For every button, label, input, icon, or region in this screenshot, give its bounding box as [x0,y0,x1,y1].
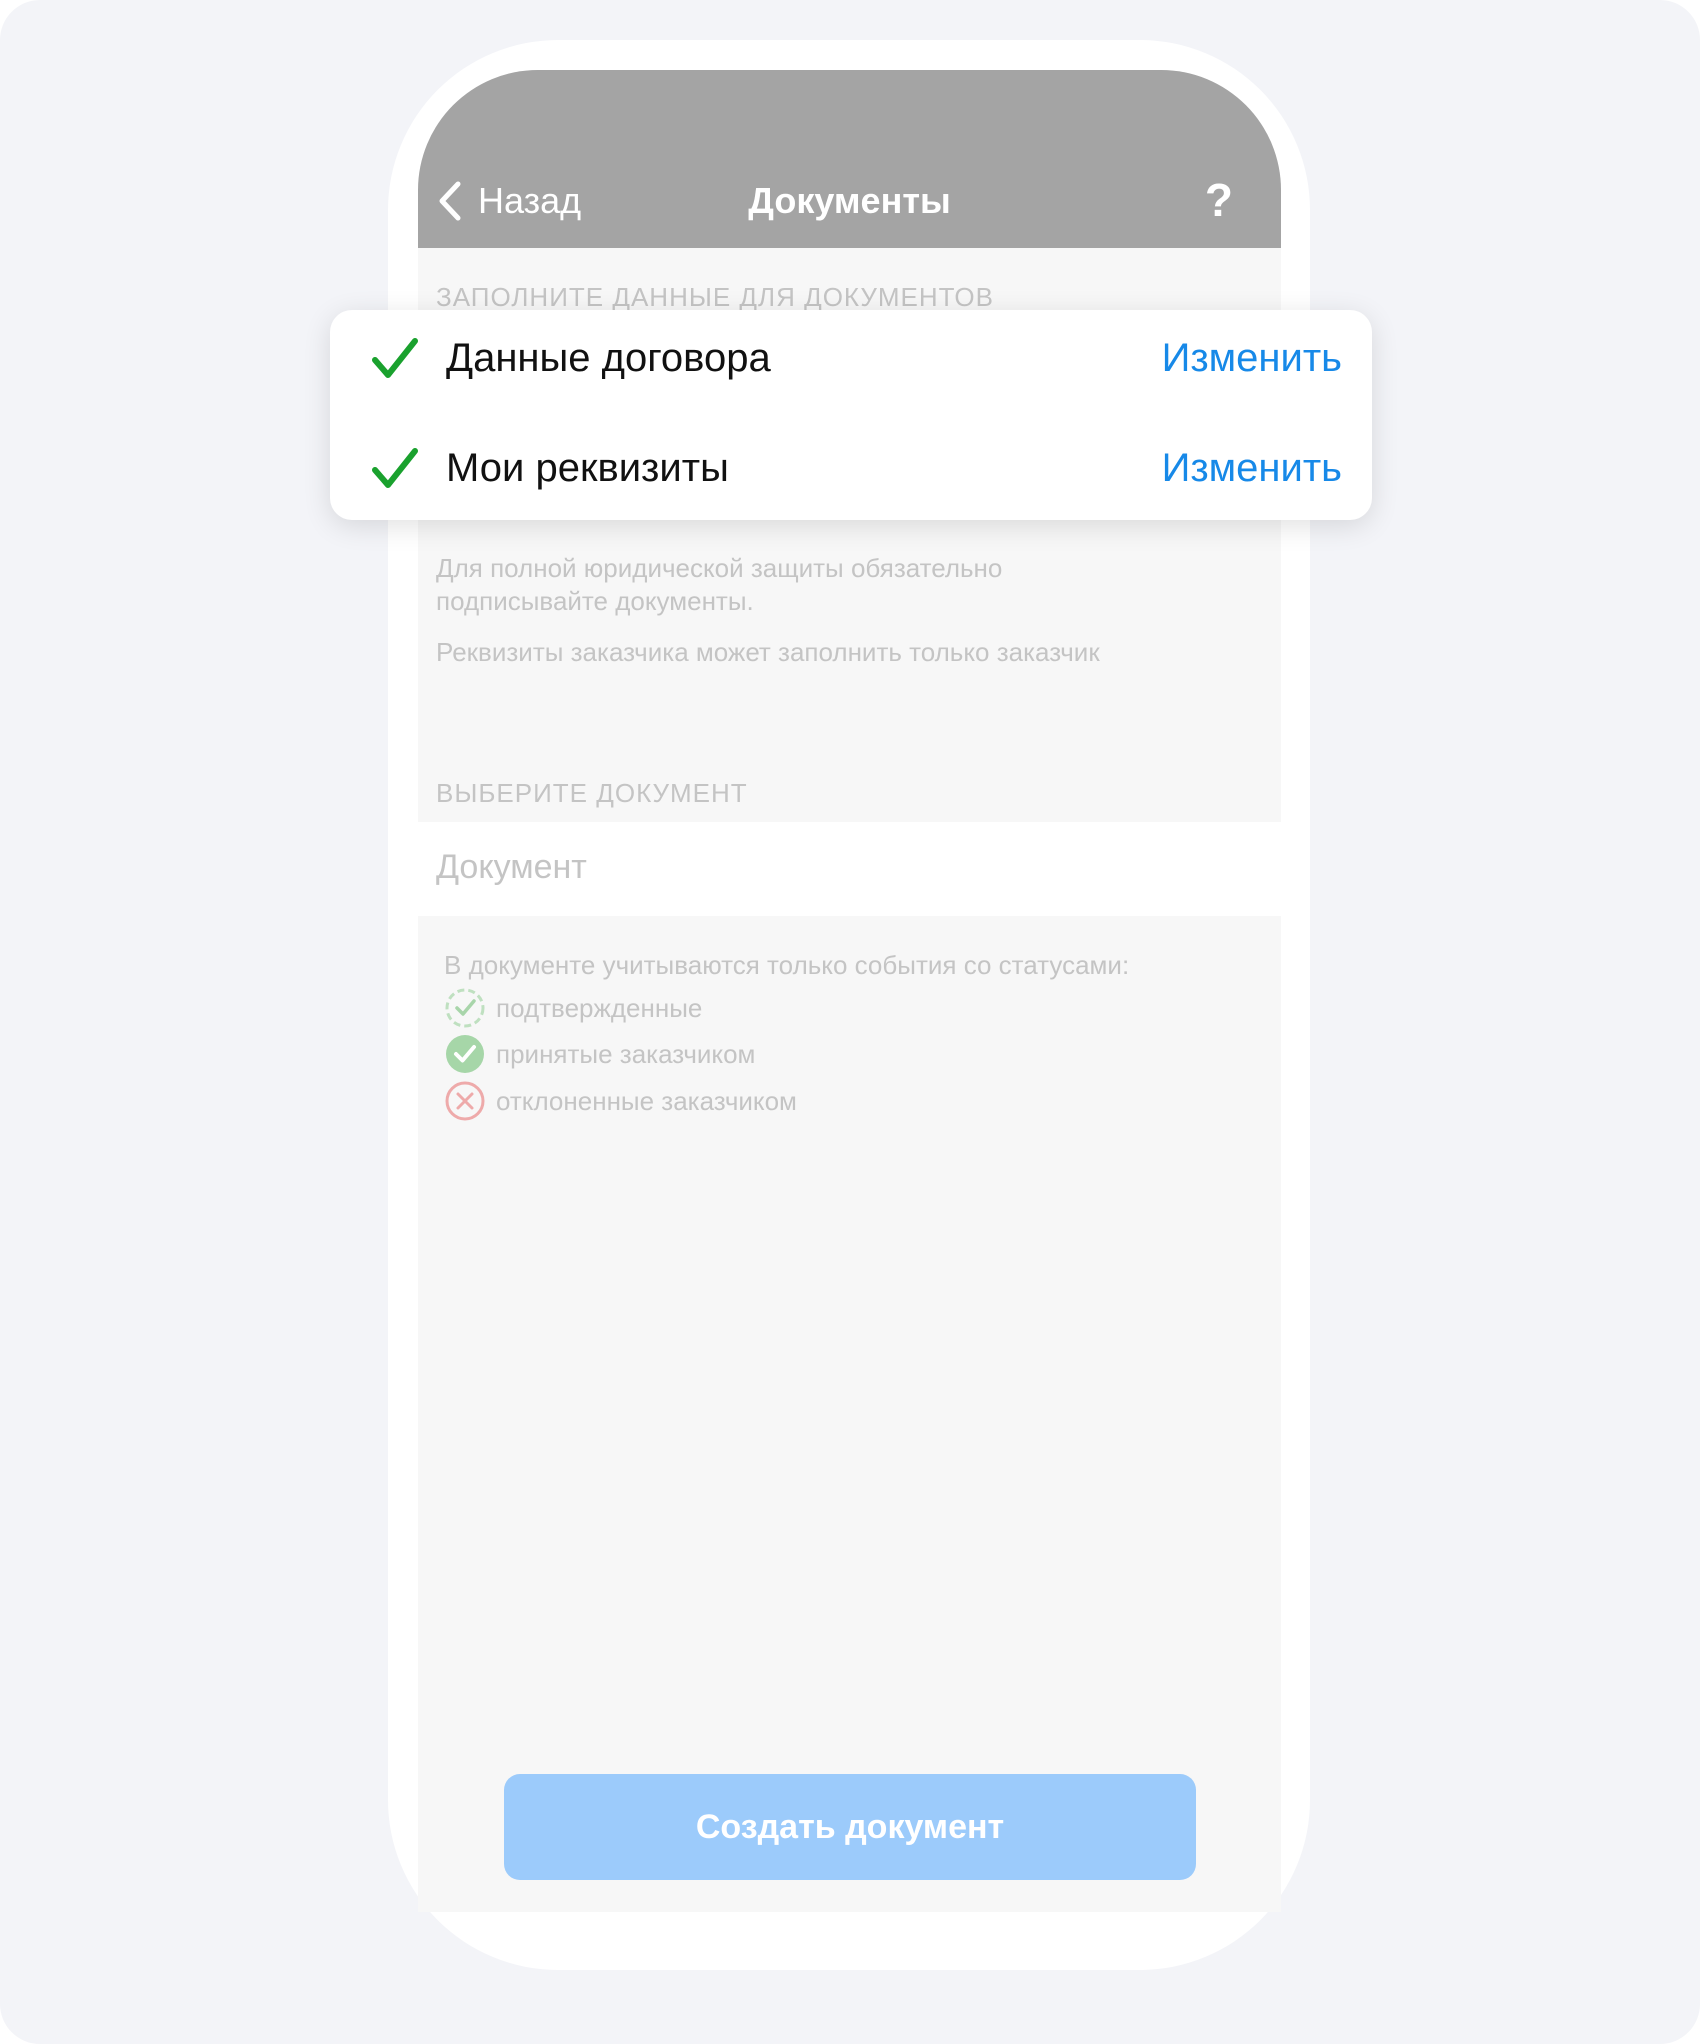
status-heading: В документе учитываются только события с… [444,950,1130,980]
background-canvas: Назад Документы ? ЗАПОЛНИТЕ ДАННЫЕ ДЛЯ Д… [0,0,1700,2044]
page-title: Документы [748,180,951,221]
legal-hint-line-2: подписывайте документы. [436,586,754,616]
x-circle-icon [445,1081,485,1121]
status-confirmed-label: подтвержденные [496,992,703,1023]
my-requisites-row[interactable]: Мои реквизиты Изменить [330,420,1372,516]
status-confirmed: подтвержденные [444,986,702,1030]
status-rejected: отклоненные заказчиком [444,1079,797,1123]
checkmark-icon [372,338,418,378]
requisites-popup: Данные договора Изменить Мои реквизиты И… [330,310,1372,520]
dashed-check-circle-icon [445,988,485,1028]
edit-my-requisites-link[interactable]: Изменить [1162,444,1342,492]
navigation-bar: Назад Документы ? [418,70,1281,248]
customer-hint: Реквизиты заказчика может заполнить толь… [436,637,1100,667]
status-accepted-label: принятые заказчиком [496,1038,756,1069]
status-rejected-label: отклоненные заказчиком [496,1085,797,1116]
document-placeholder: Документ [436,848,587,886]
edit-contract-data-link[interactable]: Изменить [1162,334,1342,382]
checkmark-icon [372,448,418,488]
contract-data-label: Данные договора [446,336,771,380]
help-button[interactable]: ? [1205,174,1233,226]
create-document-button[interactable]: Создать документ [504,1774,1196,1880]
choose-document-section-label: ВЫБЕРИТЕ ДОКУМЕНТ [436,778,748,808]
filled-check-circle-icon [446,1035,484,1073]
legal-hint-line-1: Для полной юридической защиты обязательн… [436,553,1003,583]
contract-data-row[interactable]: Данные договора Изменить [330,310,1372,406]
my-requisites-label: Мои реквизиты [446,446,729,490]
status-accepted: принятые заказчиком [444,1032,755,1076]
document-select-field[interactable]: Документ [418,822,1281,916]
fill-data-section-label: ЗАПОЛНИТЕ ДАННЫЕ ДЛЯ ДОКУМЕНТОВ [436,282,994,312]
